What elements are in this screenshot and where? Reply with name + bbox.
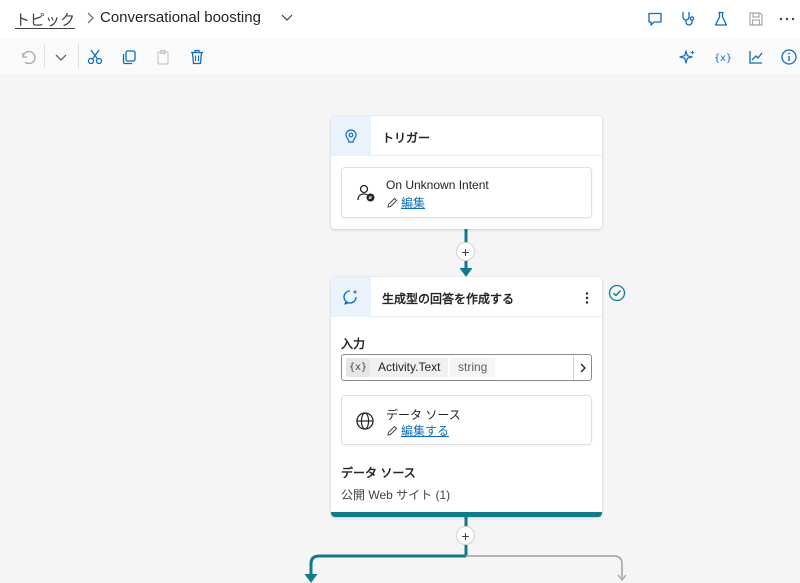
node-active-bar [331, 512, 602, 517]
delete-icon[interactable] [188, 48, 206, 66]
pencil-icon [387, 197, 398, 208]
trigger-intent-card[interactable]: On Unknown Intent 編集 [341, 167, 592, 218]
paste-icon[interactable] [154, 48, 172, 66]
generative-answers-node[interactable]: 生成型の回答を作成する 入力 {x} Activity.Text string … [331, 277, 602, 517]
trigger-icon-box [331, 116, 371, 156]
trigger-edit-link[interactable]: 編集 [386, 194, 425, 211]
datasource-card[interactable]: データ ソース 編集する [341, 395, 592, 445]
topic-menu-chevron-icon[interactable] [281, 12, 293, 22]
datasource-card-title: データ ソース [386, 408, 461, 422]
generative-icon-box [331, 277, 371, 317]
variable-expand-button[interactable] [573, 355, 591, 380]
info-icon[interactable] [780, 48, 798, 66]
sparkle-icon[interactable] [679, 48, 697, 66]
save-icon[interactable] [747, 10, 765, 28]
add-node-button[interactable]: + [456, 242, 475, 261]
topic-header: トピック Conversational boosting [0, 0, 800, 38]
datasource-value: 公開 Web サイト (1) [341, 488, 451, 502]
analytics-icon[interactable] [747, 48, 765, 66]
toolbar-divider [78, 44, 79, 68]
variable-badge: {x} [346, 358, 370, 377]
variable-name: Activity.Text [370, 358, 449, 377]
chevron-right-icon [87, 12, 94, 24]
variable-type: string [450, 358, 496, 377]
globe-icon [356, 412, 374, 430]
copy-icon[interactable] [120, 48, 138, 66]
beaker-icon[interactable] [712, 10, 730, 28]
canvas-toolbar: {x} [0, 38, 800, 74]
variable-icon[interactable]: {x} [713, 48, 733, 66]
input-section-label: 入力 [341, 337, 366, 351]
check-circle-icon [608, 284, 626, 302]
node-more-icon[interactable] [581, 291, 593, 305]
chevron-down-icon[interactable] [52, 48, 70, 66]
trigger-intent-title: On Unknown Intent [386, 178, 489, 192]
cut-icon[interactable] [86, 48, 104, 66]
svg-text:{x}: {x} [714, 53, 732, 64]
topic-title: Conversational boosting [100, 9, 261, 26]
trigger-icon [345, 129, 357, 143]
generative-node-title: 生成型の回答を作成する [382, 292, 515, 306]
chat-icon[interactable] [646, 10, 664, 28]
add-node-button[interactable]: + [456, 526, 475, 545]
breadcrumb-topics-link[interactable]: トピック [15, 9, 75, 30]
toolbar-divider [44, 44, 45, 68]
undo-icon[interactable] [18, 48, 36, 66]
stethoscope-icon[interactable] [679, 10, 697, 28]
trigger-edit-label: 編集 [401, 196, 426, 210]
more-icon[interactable] [778, 10, 796, 28]
generative-node-header: 生成型の回答を作成する [331, 277, 602, 317]
chevron-right-icon [580, 363, 586, 372]
trigger-node-title: トリガー [382, 131, 431, 145]
trigger-node-header: トリガー [331, 116, 602, 156]
person-chat-icon [357, 184, 375, 202]
datasource-edit-label: 編集する [401, 424, 450, 438]
datasource-section-label: データ ソース [341, 466, 416, 480]
pencil-icon [387, 425, 398, 436]
datasource-edit-link[interactable]: 編集する [386, 422, 449, 439]
trigger-node[interactable]: トリガー On Unknown Intent 編集 [331, 116, 602, 229]
input-variable-field[interactable]: {x} Activity.Text string [341, 354, 592, 381]
generative-chat-icon [343, 289, 358, 305]
